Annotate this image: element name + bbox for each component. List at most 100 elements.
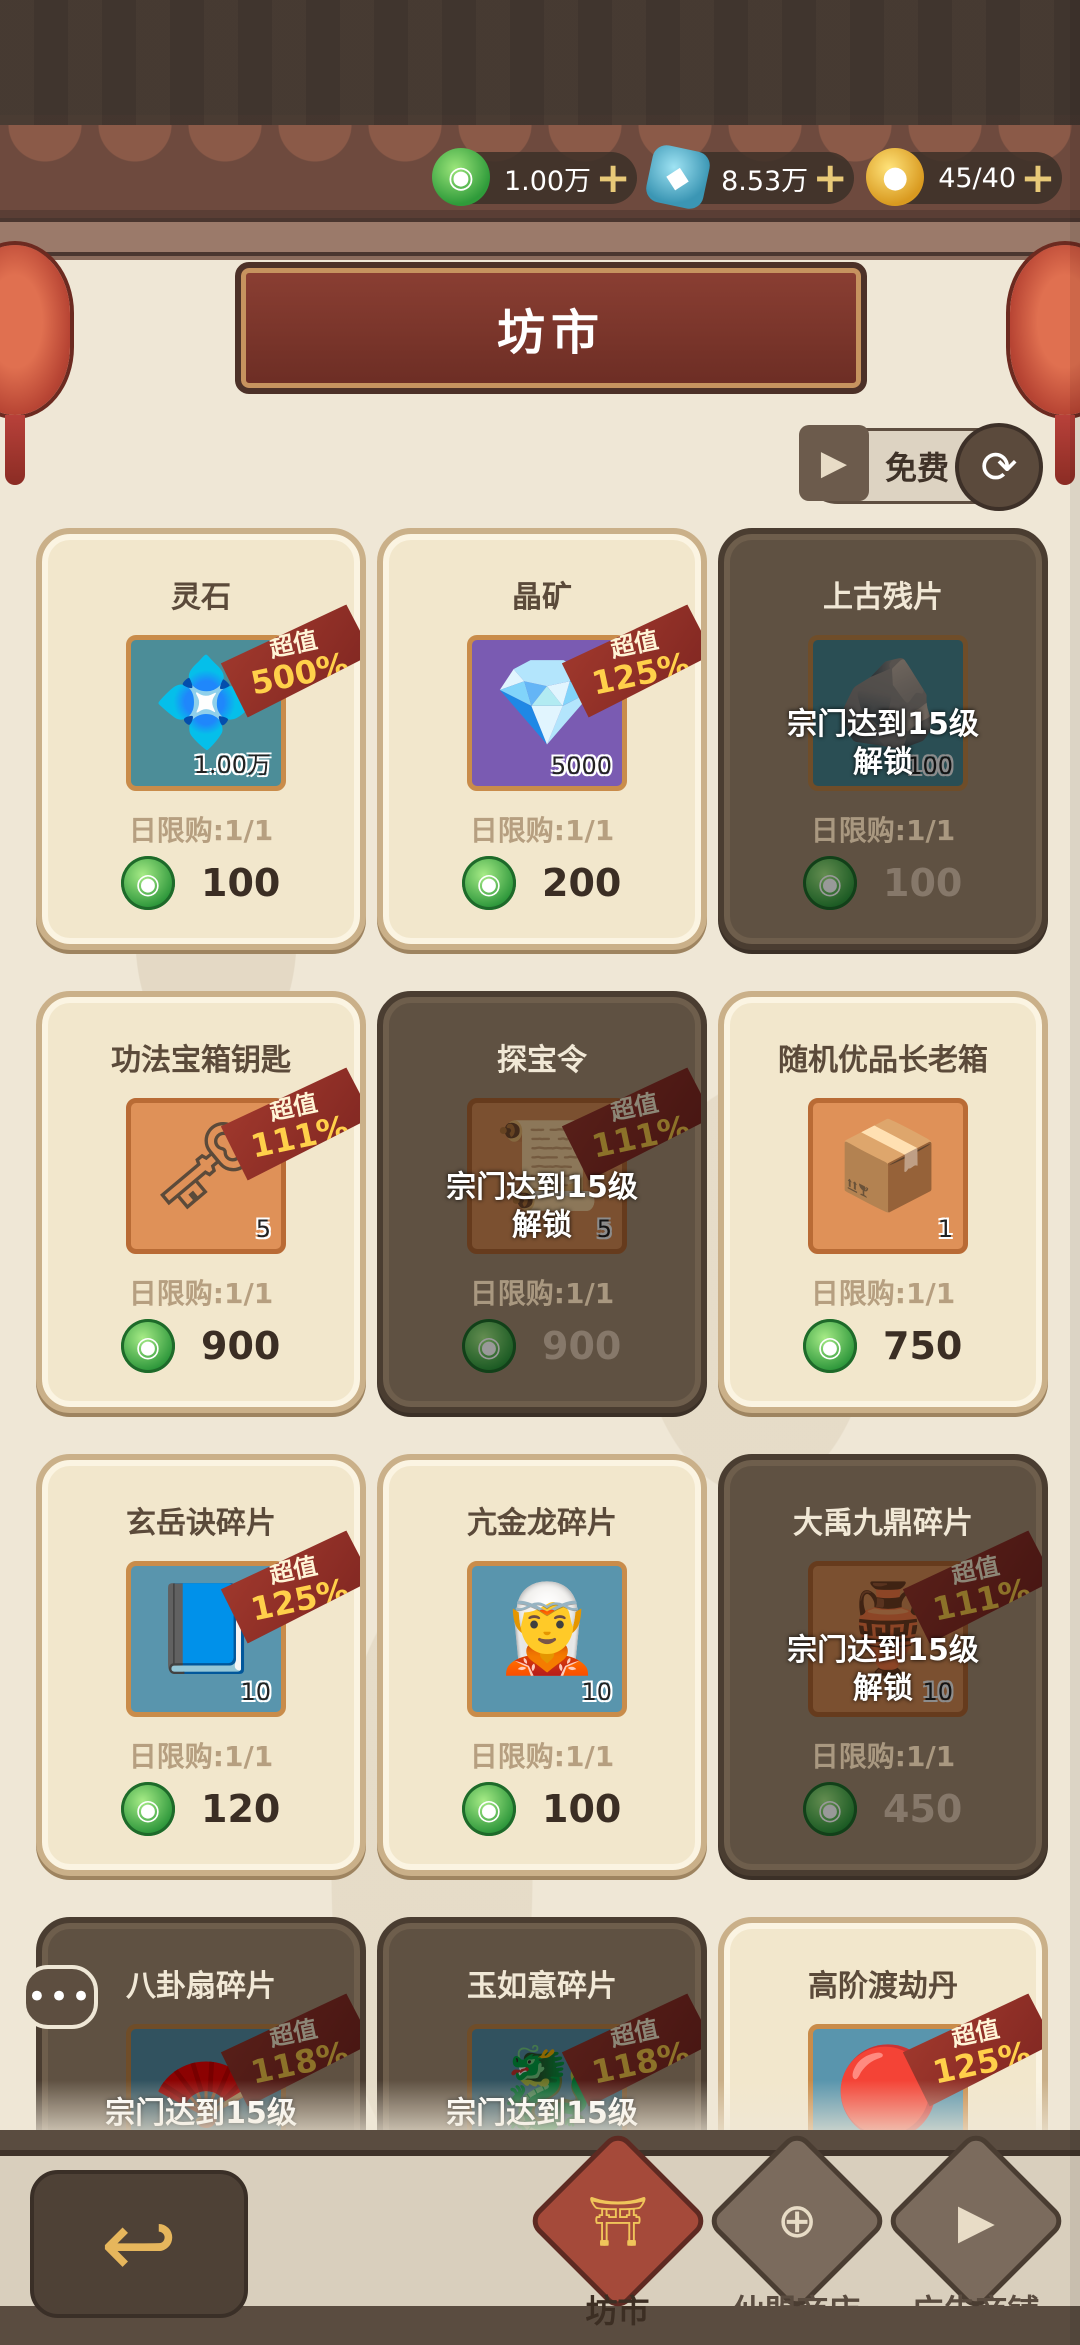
currency-crystal[interactable]: ◆ 8.53万 + bbox=[643, 142, 855, 212]
currency-gold[interactable]: ● 45/40 + bbox=[866, 148, 1062, 206]
item-quantity: 5 bbox=[255, 1215, 271, 1243]
daily-limit: 日限购:1/1 bbox=[810, 1740, 956, 1773]
page-title: 坊市 bbox=[496, 305, 605, 361]
back-arrow-icon: ↩ bbox=[100, 2190, 178, 2298]
item-quantity: 5000 bbox=[550, 752, 612, 780]
currency-jade[interactable]: ◉ 1.00万 + bbox=[431, 148, 638, 206]
chat-bubble-icon[interactable]: ••• bbox=[22, 1965, 98, 2029]
lock-unlock-label: 解锁 bbox=[853, 1671, 913, 1706]
add-crystal-button[interactable]: + bbox=[810, 156, 850, 200]
value-badge-percent: 111% bbox=[929, 1570, 1034, 1629]
item-slot: 📦 1 bbox=[808, 1098, 968, 1254]
shop-tabs: ⛩ 坊市 ⊕ 仙盟商店 ▶ 广告商铺 bbox=[525, 2129, 1068, 2340]
back-button[interactable]: ↩ bbox=[30, 2170, 248, 2318]
price-value: 900 bbox=[542, 1324, 622, 1368]
value-badge-percent: 125% bbox=[588, 644, 693, 703]
item-name: 玉如意碎片 bbox=[467, 1969, 617, 2004]
free-refresh-label: 免费 bbox=[884, 449, 949, 487]
daily-limit: 日限购:1/1 bbox=[810, 1277, 956, 1310]
title-banner: 坊市 bbox=[235, 262, 867, 394]
price-value: 200 bbox=[542, 861, 622, 905]
price-value: 120 bbox=[201, 1787, 281, 1831]
tab-market[interactable]: ⛩ 坊市 bbox=[525, 2129, 710, 2340]
shop-item-card[interactable]: 灵石 💠 1.00万 超值 500% 日限购:1/1 ◉ 100 bbox=[36, 528, 366, 950]
jade-coin-icon: ◉ bbox=[121, 1319, 175, 1373]
gold-token-icon: ● bbox=[866, 148, 925, 206]
daily-limit: 日限购:1/1 bbox=[128, 1277, 274, 1310]
lock-unlock-label: 解锁 bbox=[853, 745, 913, 780]
lock-requirement: 宗门达到15级 bbox=[446, 1170, 638, 1205]
daily-limit: 日限购:1/1 bbox=[128, 1740, 274, 1773]
shop-item-card[interactable]: 随机优品长老箱 📦 1 日限购:1/1 ◉ 750 bbox=[718, 991, 1048, 1413]
price-button[interactable]: ◉ 750 bbox=[724, 1319, 1042, 1373]
add-jade-button[interactable]: + bbox=[593, 156, 633, 200]
daily-limit: 日限购:1/1 bbox=[469, 814, 615, 847]
shop-item-card[interactable]: 探宝令 📜 5 超值 111% 日限购:1/1 ◉ 900 宗门达到15级 解锁 bbox=[377, 991, 707, 1413]
shop-item-card[interactable]: 亢金龙碎片 🧝 10 日限购:1/1 ◉ 100 bbox=[377, 1454, 707, 1876]
jade-coin-icon: ◉ bbox=[431, 148, 490, 206]
item-quantity: 10 bbox=[240, 1678, 271, 1706]
shop-item-card[interactable]: 大禹九鼎碎片 🏺 10 超值 111% 日限购:1/1 ◉ 450 宗门达到15… bbox=[718, 1454, 1048, 1876]
jade-coin-icon: ◉ bbox=[121, 1782, 175, 1836]
add-gold-button[interactable]: + bbox=[1018, 156, 1058, 200]
price-button[interactable]: ◉ 100 bbox=[724, 856, 1042, 910]
screen-edge bbox=[1070, 0, 1080, 2345]
price-value: 450 bbox=[883, 1787, 963, 1831]
crystal-ore-icon: ◆ bbox=[643, 142, 713, 212]
shop-item-card[interactable]: 晶矿 💎 5000 超值 125% 日限购:1/1 ◉ 200 bbox=[377, 528, 707, 950]
roof-header bbox=[0, 0, 1080, 300]
item-name: 高阶渡劫丹 bbox=[808, 1969, 958, 2004]
tab-market-label: 坊市 bbox=[585, 2292, 650, 2330]
daily-limit: 日限购:1/1 bbox=[128, 814, 274, 847]
daily-limit: 日限购:1/1 bbox=[469, 1277, 615, 1310]
item-quantity: 1.00万 bbox=[193, 751, 271, 779]
price-value: 100 bbox=[542, 1787, 622, 1831]
shop-item-card[interactable]: 上古残片 🪨 100 日限购:1/1 ◉ 100 宗门达到15级 解锁 bbox=[718, 528, 1048, 950]
value-badge-percent: 500% bbox=[247, 644, 352, 703]
tab-ad-shop-label: 广告商铺 bbox=[911, 2292, 1040, 2330]
price-button[interactable]: ◉ 100 bbox=[383, 1782, 701, 1836]
roof-tiles bbox=[0, 0, 1080, 130]
roof-beam bbox=[0, 218, 1080, 256]
jade-coin-icon: ◉ bbox=[803, 1319, 857, 1373]
price-button[interactable]: ◉ 120 bbox=[42, 1782, 360, 1836]
shop-item-card[interactable]: 玄岳诀碎片 📘 10 超值 125% 日限购:1/1 ◉ 120 bbox=[36, 1454, 366, 1876]
ad-glyph: ▶ bbox=[957, 2192, 994, 2249]
item-quantity: 1 bbox=[937, 1215, 953, 1243]
value-badge-percent: 111% bbox=[588, 1107, 693, 1166]
pagoda-glyph: ⛩ bbox=[587, 2193, 648, 2250]
currency-gold-value: 45/40 bbox=[938, 162, 1016, 194]
price-button[interactable]: ◉ 900 bbox=[383, 1319, 701, 1373]
lock-message: 宗门达到15级 解锁 bbox=[724, 1632, 1042, 1708]
item-name: 大禹九鼎碎片 bbox=[793, 1506, 973, 1541]
item-quantity: 10 bbox=[581, 1678, 612, 1706]
alliance-glyph: ⊕ bbox=[776, 2193, 817, 2249]
jade-coin-icon: ◉ bbox=[462, 1782, 516, 1836]
price-value: 100 bbox=[201, 861, 281, 905]
price-button[interactable]: ◉ 900 bbox=[42, 1319, 360, 1373]
daily-limit: 日限购:1/1 bbox=[469, 1740, 615, 1773]
jade-coin-icon: ◉ bbox=[803, 1782, 857, 1836]
price-button[interactable]: ◉ 100 bbox=[42, 856, 360, 910]
refresh-icon[interactable]: ⟳ bbox=[955, 423, 1043, 511]
price-value: 750 bbox=[883, 1324, 963, 1368]
value-badge-percent: 111% bbox=[247, 1107, 352, 1166]
lock-message: 宗门达到15级 解锁 bbox=[724, 706, 1042, 782]
tab-ad-shop[interactable]: ▶ 广告商铺 bbox=[883, 2129, 1068, 2340]
lock-requirement: 宗门达到15级 bbox=[787, 1633, 979, 1668]
tab-alliance-shop[interactable]: ⊕ 仙盟商店 bbox=[704, 2129, 889, 2340]
price-value: 100 bbox=[883, 861, 963, 905]
item-name: 上古残片 bbox=[823, 580, 943, 615]
daily-limit: 日限购:1/1 bbox=[810, 814, 956, 847]
item-slot: 🧝 10 bbox=[467, 1561, 627, 1717]
item-art-icon: 📦 bbox=[834, 1116, 942, 1216]
price-button[interactable]: ◉ 200 bbox=[383, 856, 701, 910]
shop-item-card[interactable]: 功法宝箱钥匙 🗝 5 超值 111% 日限购:1/1 ◉ 900 bbox=[36, 991, 366, 1413]
item-name: 随机优品长老箱 bbox=[778, 1043, 988, 1078]
jade-coin-icon: ◉ bbox=[462, 1319, 516, 1373]
price-button[interactable]: ◉ 450 bbox=[724, 1782, 1042, 1836]
item-name: 玄岳诀碎片 bbox=[126, 1506, 276, 1541]
currency-jade-value: 1.00万 bbox=[503, 165, 592, 197]
jade-coin-icon: ◉ bbox=[803, 856, 857, 910]
free-refresh-button[interactable]: ▶ 免费 ⟳ bbox=[798, 423, 1043, 511]
